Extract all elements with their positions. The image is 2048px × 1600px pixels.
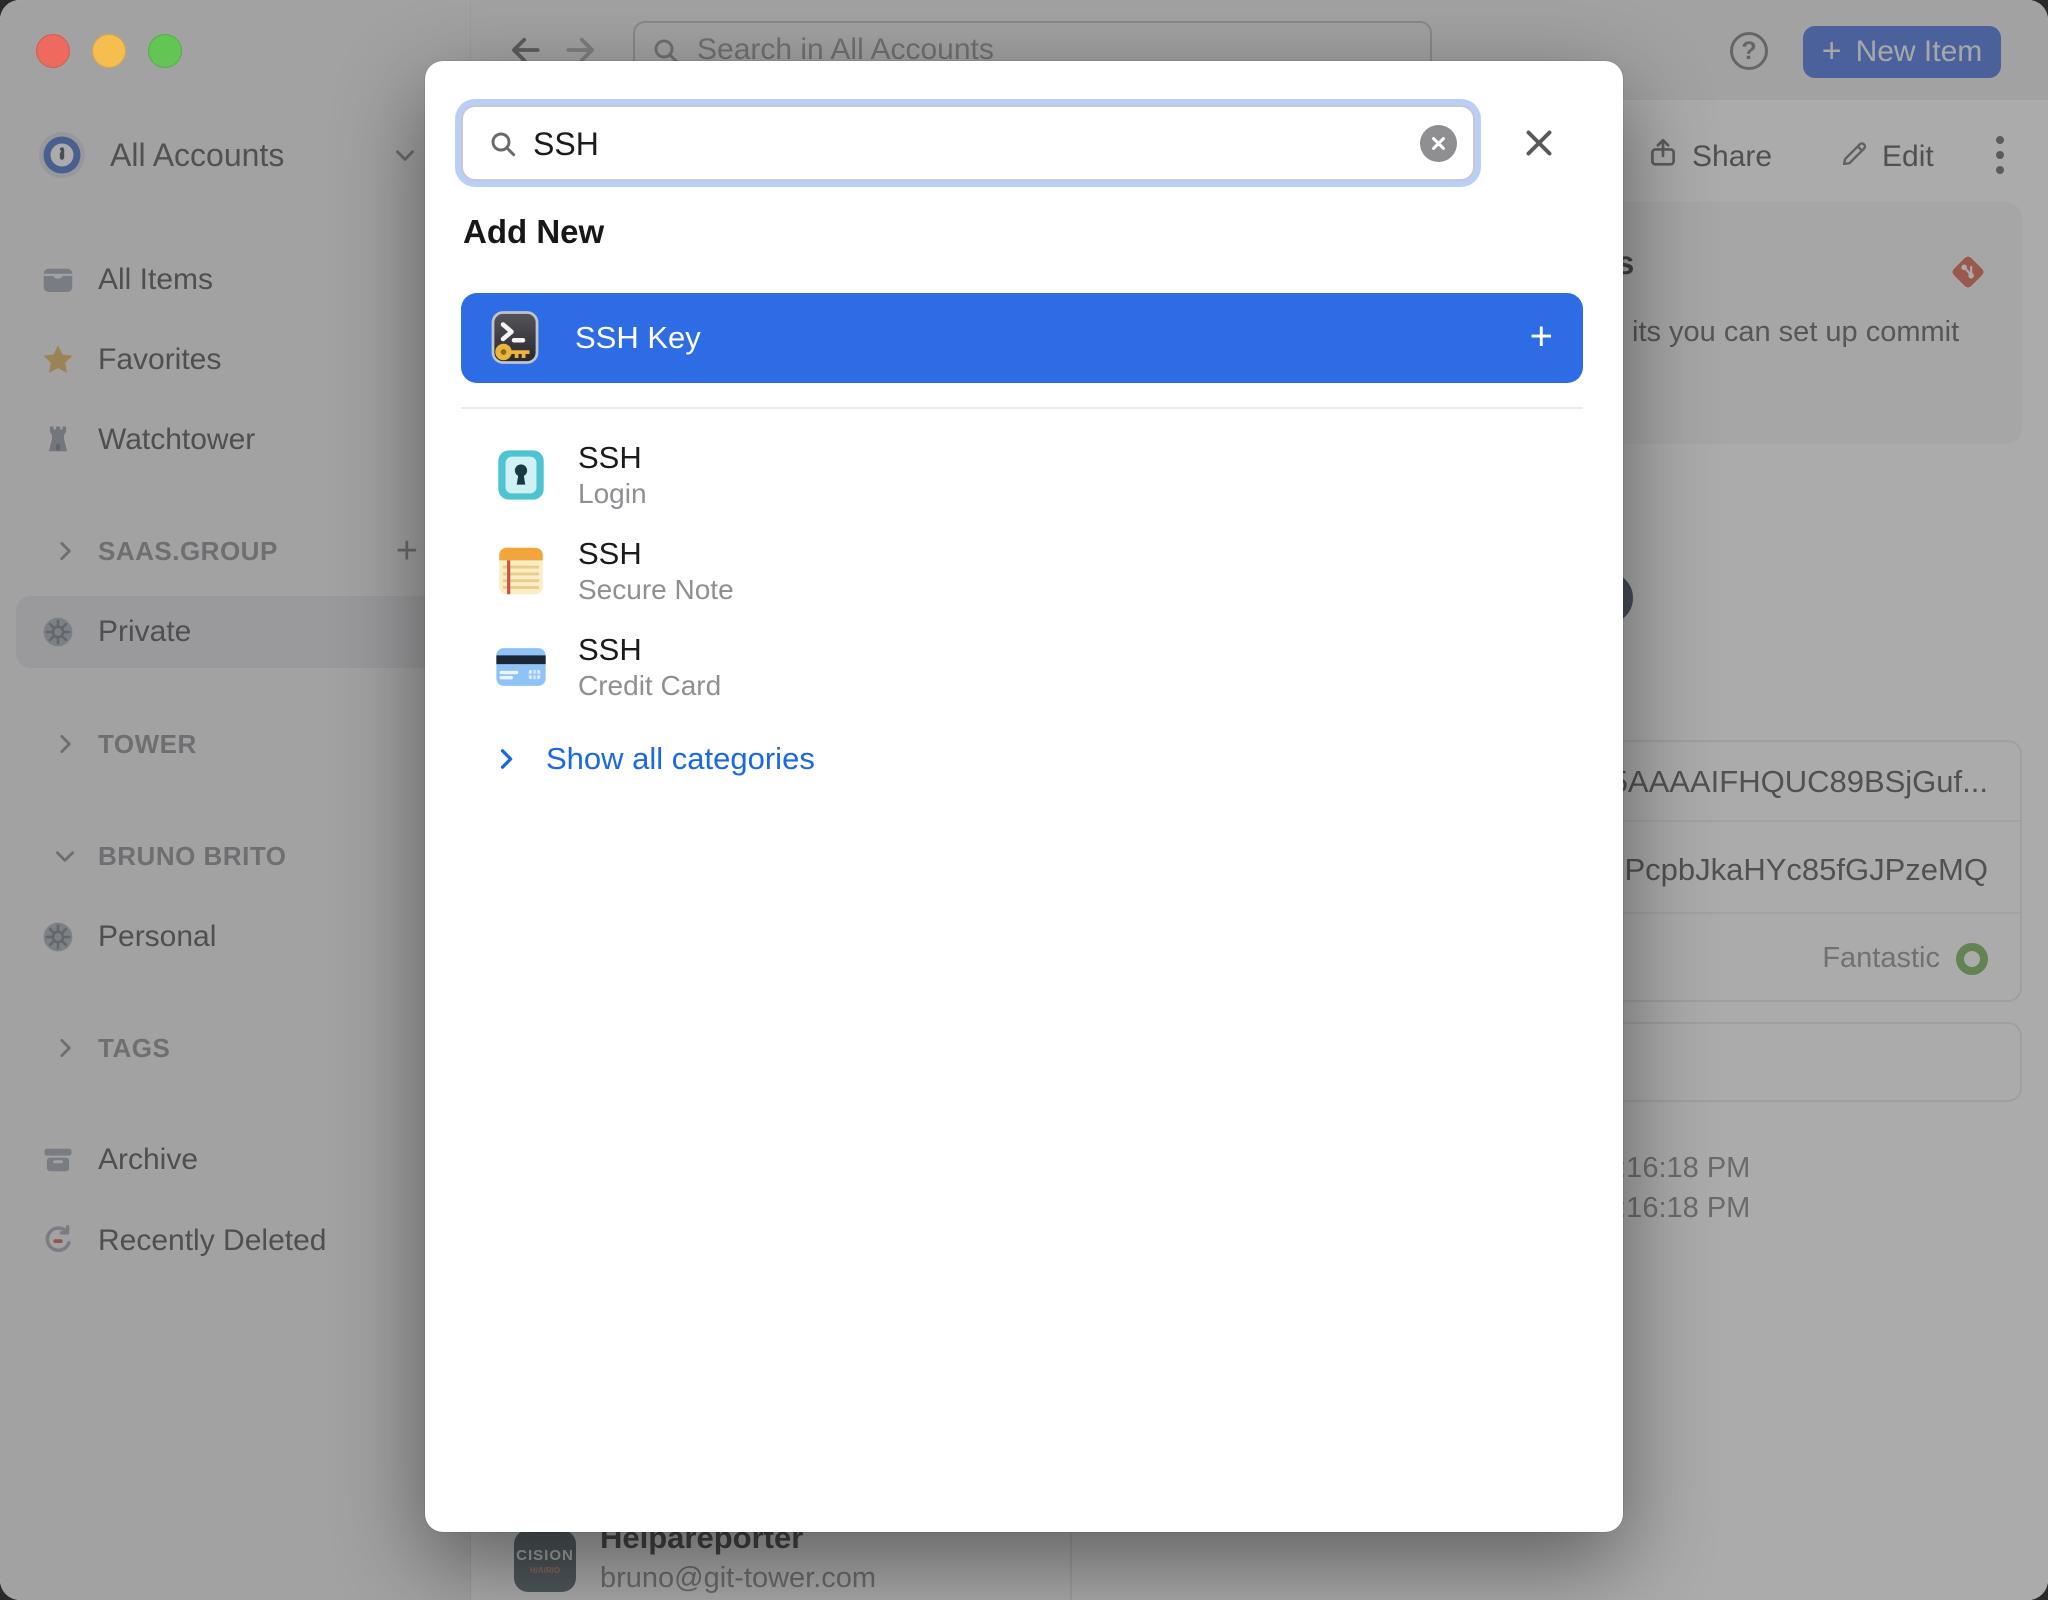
- window-controls: [36, 34, 182, 68]
- add-ssh-key-button[interactable]: SSH Key +: [461, 293, 1583, 383]
- add-new-heading: Add New: [463, 213, 604, 251]
- login-lock-icon: [492, 446, 550, 504]
- category-row-credit-card[interactable]: SSH Credit Card: [492, 625, 1492, 709]
- search-icon: [487, 128, 519, 160]
- ssh-key-label: SSH Key: [575, 320, 701, 356]
- chevron-right-icon: [492, 745, 520, 773]
- ssh-key-terminal-icon: [485, 308, 545, 368]
- secure-note-icon: [492, 542, 550, 600]
- category-row-secure-note[interactable]: SSH Secure Note: [492, 529, 1492, 613]
- category-text: SSH Secure Note: [578, 538, 734, 605]
- minimize-window-button[interactable]: [92, 34, 126, 68]
- category-row-login[interactable]: SSH Login: [492, 433, 1492, 517]
- clear-search-button[interactable]: [1420, 125, 1457, 162]
- close-window-button[interactable]: [36, 34, 70, 68]
- show-all-label: Show all categories: [546, 741, 815, 777]
- app-window: ? + New Item Share Edit s its you can: [0, 0, 2048, 1600]
- close-dialog-button[interactable]: [1521, 125, 1557, 161]
- modal-search-field[interactable]: [461, 105, 1475, 181]
- show-all-categories-link[interactable]: Show all categories: [492, 733, 815, 785]
- category-subtitle: Credit Card: [578, 671, 721, 700]
- category-title: SSH: [578, 442, 647, 475]
- category-text: SSH Login: [578, 442, 647, 509]
- category-title: SSH: [578, 634, 721, 667]
- category-title: SSH: [578, 538, 734, 571]
- credit-card-icon: [492, 638, 550, 696]
- clear-x-icon: [1430, 135, 1447, 152]
- category-text: SSH Credit Card: [578, 634, 721, 701]
- category-subtitle: Login: [578, 479, 647, 508]
- category-subtitle: Secure Note: [578, 575, 734, 604]
- divider: [461, 407, 1583, 409]
- add-new-item-dialog: Add New SSH Key +: [425, 61, 1623, 1532]
- zoom-window-button[interactable]: [148, 34, 182, 68]
- plus-icon: +: [1530, 316, 1553, 356]
- modal-search-input[interactable]: [531, 107, 1415, 181]
